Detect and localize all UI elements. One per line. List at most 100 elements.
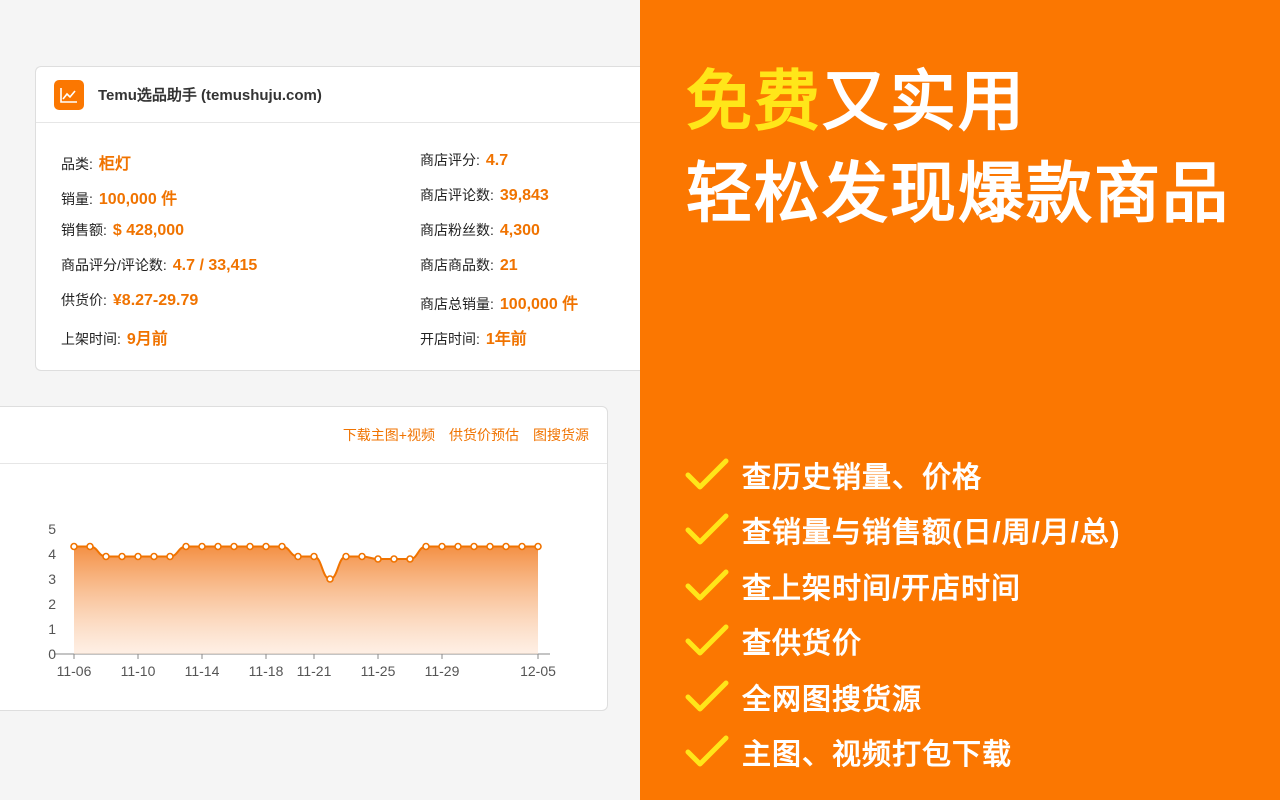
info-row-left-2: 销售额: $ 428,000 bbox=[61, 220, 184, 240]
headline-line-1: 免费又实用 bbox=[686, 48, 1026, 144]
data-point bbox=[422, 542, 430, 551]
feature-item: 查销量与销售额(日/周/月/总) bbox=[684, 503, 1121, 559]
feature-text: 查供货价 bbox=[742, 628, 863, 661]
feature-list: 查历史销量、价格查销量与销售额(日/周/月/总) 查上架时间/开店时间 查供货价全网… bbox=[684, 447, 1121, 780]
check-icon bbox=[685, 624, 729, 656]
data-point bbox=[214, 542, 222, 551]
y-tick-label: 0 bbox=[48, 646, 56, 662]
series-area bbox=[74, 546, 538, 654]
info-value: 100,000 件 bbox=[499, 296, 579, 313]
card-title: Temu选品助手 (temushuju.com) bbox=[98, 87, 322, 104]
info-label: 商品评分/评论数: bbox=[61, 257, 167, 273]
feature-text: 查销量与销售额(日/周/月/总) bbox=[742, 517, 1121, 550]
data-point bbox=[342, 552, 350, 561]
info-value: 1年前 bbox=[485, 331, 527, 348]
card-header: Temu选品助手 (temushuju.com) bbox=[36, 67, 640, 123]
headline-line-2: 轻松发现爆款商品 bbox=[686, 156, 1230, 230]
info-value: ¥8.27-29.79 bbox=[112, 292, 199, 309]
info-label: 开店时间: bbox=[420, 331, 480, 347]
y-tick-label: 3 bbox=[48, 571, 56, 587]
check-icon bbox=[685, 680, 729, 712]
x-tick-label: 11-14 bbox=[185, 663, 220, 679]
info-value: $ 428,000 bbox=[112, 222, 185, 239]
y-tick-label: 4 bbox=[48, 546, 56, 562]
data-point bbox=[118, 552, 126, 561]
y-tick-label: 1 bbox=[48, 621, 56, 637]
feature-text: 查历史销量、价格 bbox=[742, 461, 983, 494]
data-point bbox=[182, 542, 190, 551]
data-point bbox=[150, 552, 158, 561]
info-label: 销售额: bbox=[61, 222, 107, 238]
info-value: 4.7 / 33,415 bbox=[172, 257, 258, 274]
data-point bbox=[134, 552, 142, 561]
data-point bbox=[278, 542, 286, 551]
headline-rest: 又实用 bbox=[822, 64, 1026, 138]
info-row-left-5: 上架时间: 9月前 bbox=[61, 325, 168, 349]
data-point bbox=[166, 552, 174, 561]
info-row-left-3: 商品评分/评论数: 4.7 / 33,415 bbox=[61, 255, 257, 275]
data-point bbox=[486, 542, 494, 551]
data-point bbox=[102, 552, 110, 561]
check-icon bbox=[685, 735, 729, 767]
check-icon bbox=[685, 458, 729, 490]
product-info-card: Temu选品助手 (temushuju.com) 品类: 柜灯销量: 100,000… bbox=[35, 66, 640, 371]
left-panel: Temu选品助手 (temushuju.com) 品类: 柜灯销量: 100,000… bbox=[0, 0, 640, 800]
data-point bbox=[262, 542, 270, 551]
trend-chart-icon bbox=[54, 79, 84, 110]
data-point bbox=[198, 542, 206, 551]
y-tick-label: 5 bbox=[48, 521, 56, 537]
data-point bbox=[246, 542, 254, 551]
info-label: 商店总销量: bbox=[420, 296, 494, 312]
data-point bbox=[534, 542, 542, 551]
promo-panel: 免费又实用 轻松发现爆款商品 查历史销量、价格 查销量与销售额(日/周/月/总) 查… bbox=[640, 0, 1280, 800]
x-tick-label: 11-18 bbox=[249, 663, 284, 679]
feature-text: 主图、视频打包下载 bbox=[742, 739, 1013, 772]
info-row-right-2: 商店粉丝数: 4,300 bbox=[420, 220, 540, 240]
info-row-right-3: 商店商品数: 21 bbox=[420, 255, 518, 275]
info-value: 21 bbox=[499, 257, 518, 274]
data-point bbox=[70, 542, 78, 551]
info-label: 商店商品数: bbox=[420, 257, 494, 273]
info-row-left-1: 销量: 100,000 件 bbox=[61, 185, 177, 209]
data-point bbox=[390, 555, 398, 563]
x-tick-label: 11-10 bbox=[121, 663, 156, 679]
data-point bbox=[406, 555, 414, 563]
feature-item: 查上架时间/开店时间 bbox=[684, 558, 1121, 614]
info-value: 100,000 件 bbox=[98, 191, 178, 208]
info-value: 柜灯 bbox=[98, 156, 131, 173]
info-row-left-0: 品类: 柜灯 bbox=[61, 150, 131, 174]
feature-text: 全网图搜货源 bbox=[742, 683, 923, 716]
data-point bbox=[518, 542, 526, 551]
data-point bbox=[374, 555, 382, 563]
check-icon bbox=[685, 513, 729, 545]
info-label: 上架时间: bbox=[61, 331, 121, 347]
data-point bbox=[502, 542, 510, 551]
data-point bbox=[454, 542, 462, 551]
check-icon bbox=[685, 569, 729, 601]
info-value: 4,300 bbox=[499, 222, 540, 239]
feature-text: 查上架时间/开店时间 bbox=[742, 572, 1022, 605]
feature-item: 全网图搜货源 bbox=[684, 669, 1121, 725]
info-label: 商店评论数: bbox=[420, 187, 494, 203]
info-label: 销量: bbox=[61, 191, 93, 207]
x-tick-label: 11-06 bbox=[57, 663, 92, 679]
headline-highlight: 免费 bbox=[686, 64, 822, 138]
x-tick-label: 11-29 bbox=[425, 663, 460, 679]
chart-card: 下载主图+视频 供货价预估 图搜货源 0 1 2 3 4 5 11-06 11-10 11-14… bbox=[0, 406, 608, 711]
feature-item: 主图、视频打包下载 bbox=[684, 725, 1121, 781]
data-point bbox=[358, 552, 366, 561]
x-tick-label: 11-21 bbox=[297, 663, 332, 679]
feature-item: 查历史销量、价格 bbox=[684, 447, 1121, 503]
info-row-left-4: 供货价: ¥8.27-29.79 bbox=[61, 290, 198, 310]
feature-item: 查供货价 bbox=[684, 614, 1121, 670]
info-value: 9月前 bbox=[126, 331, 168, 348]
data-point bbox=[86, 542, 94, 551]
info-value: 39,843 bbox=[499, 187, 549, 204]
data-point bbox=[294, 552, 302, 561]
data-point bbox=[326, 575, 334, 583]
info-row-right-5: 开店时间: 1年前 bbox=[420, 325, 527, 349]
info-value: 4.7 bbox=[485, 152, 509, 169]
info-row-right-1: 商店评论数: 39,843 bbox=[420, 185, 549, 205]
rating-area-chart: 0 1 2 3 4 5 11-06 11-10 11-14 11-18 11-21 11-25 11-2… bbox=[48, 521, 556, 679]
info-row-right-0: 商店评分: 4.7 bbox=[420, 150, 508, 170]
